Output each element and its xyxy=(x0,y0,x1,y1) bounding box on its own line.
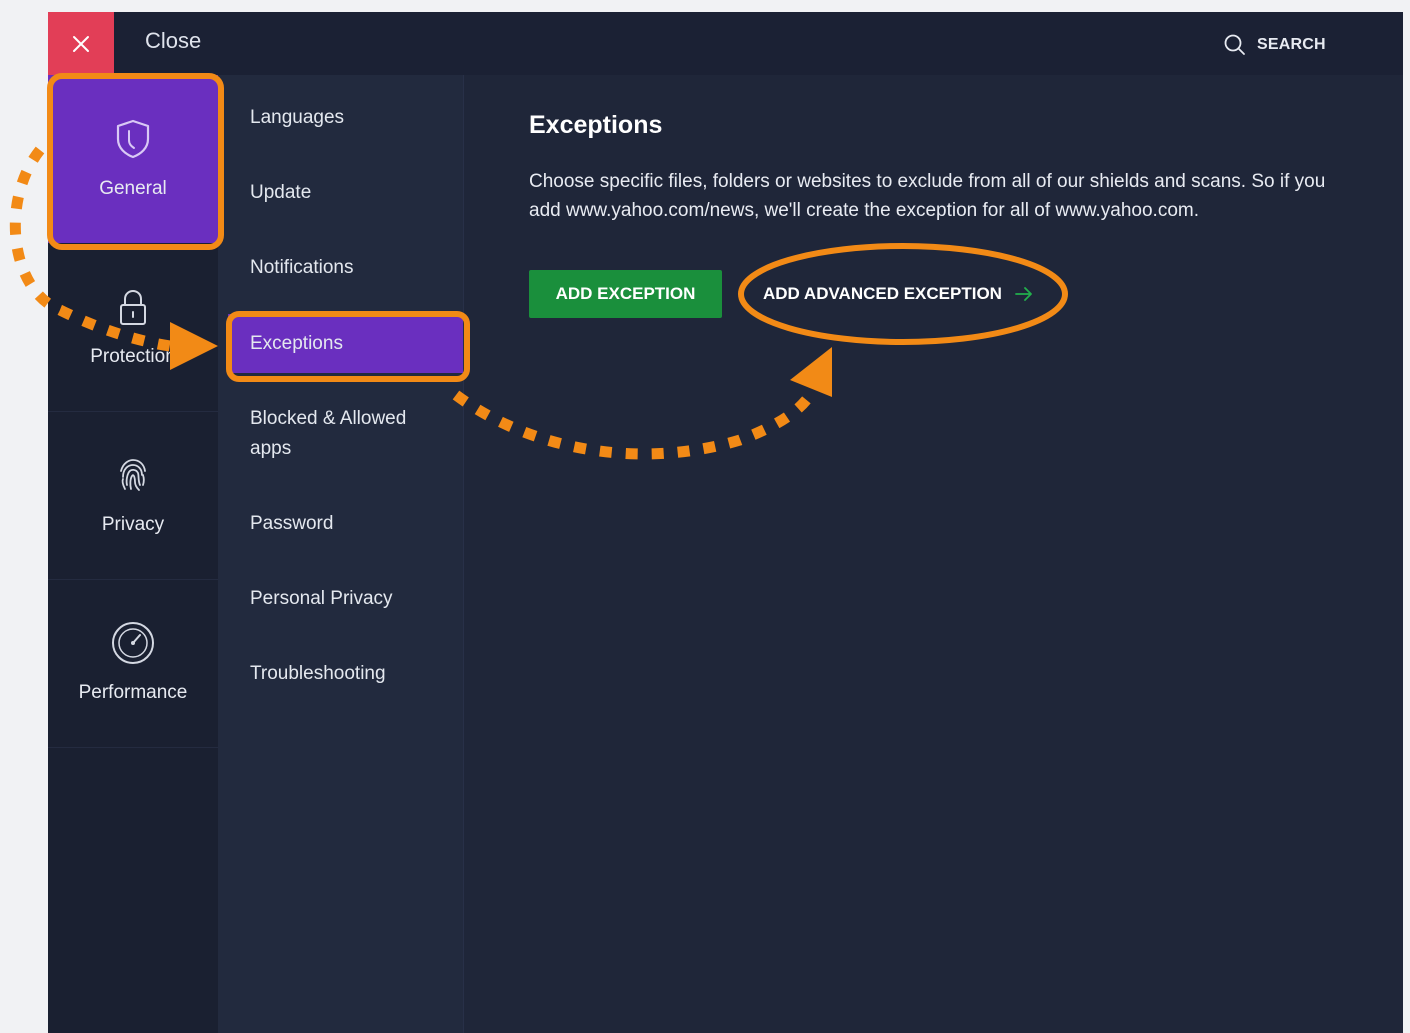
search-icon xyxy=(1224,34,1245,55)
arrow-right-icon xyxy=(1015,287,1032,301)
category-label: Performance xyxy=(78,682,188,703)
speedometer-icon xyxy=(112,622,154,664)
submenu-item-notifications[interactable]: Notifications xyxy=(228,253,463,283)
top-bar: Close SEARCH xyxy=(48,12,1403,75)
page-description: Choose specific files, folders or websit… xyxy=(529,171,1326,221)
fingerprint-icon xyxy=(120,459,146,491)
search-button[interactable]: SEARCH xyxy=(1223,32,1326,58)
submenu-item-personal-privacy[interactable]: Personal Privacy xyxy=(228,584,463,614)
shield-icon xyxy=(116,119,150,159)
submenu-item-exceptions[interactable]: Exceptions xyxy=(228,314,463,373)
category-label: General xyxy=(99,178,167,199)
category-label: Protection xyxy=(90,346,176,367)
close-icon xyxy=(73,35,89,52)
add-advanced-exception-button[interactable]: ADD ADVANCED EXCEPTION xyxy=(763,282,1034,306)
search-label: SEARCH xyxy=(1257,36,1326,53)
close-button[interactable] xyxy=(48,12,114,75)
category-rail: General Protection Privacy Performance xyxy=(48,75,218,1033)
submenu-item-troubleshooting[interactable]: Troubleshooting xyxy=(228,659,463,689)
category-label: Privacy xyxy=(101,514,165,535)
category-performance[interactable]: Performance xyxy=(48,579,218,748)
category-general[interactable]: General xyxy=(48,75,218,243)
add-exception-button[interactable]: ADD EXCEPTION xyxy=(529,270,722,318)
submenu-item-update[interactable]: Update xyxy=(228,178,463,208)
settings-submenu: Languages Update Notifications Exception… xyxy=(218,75,464,1033)
category-privacy[interactable]: Privacy xyxy=(48,411,218,580)
page-title: Exceptions xyxy=(529,111,663,139)
add-advanced-exception-label: ADD ADVANCED EXCEPTION xyxy=(763,284,1002,303)
submenu-item-blocked-allowed-apps[interactable]: Blocked & Allowed apps xyxy=(228,404,463,464)
settings-window: Close SEARCH General Protection Privacy … xyxy=(48,12,1403,1033)
category-protection[interactable]: Protection xyxy=(48,243,218,412)
lock-icon xyxy=(120,289,146,325)
submenu-item-languages[interactable]: Languages xyxy=(228,103,463,133)
close-label[interactable]: Close xyxy=(145,28,201,54)
submenu-item-password[interactable]: Password xyxy=(228,509,463,539)
